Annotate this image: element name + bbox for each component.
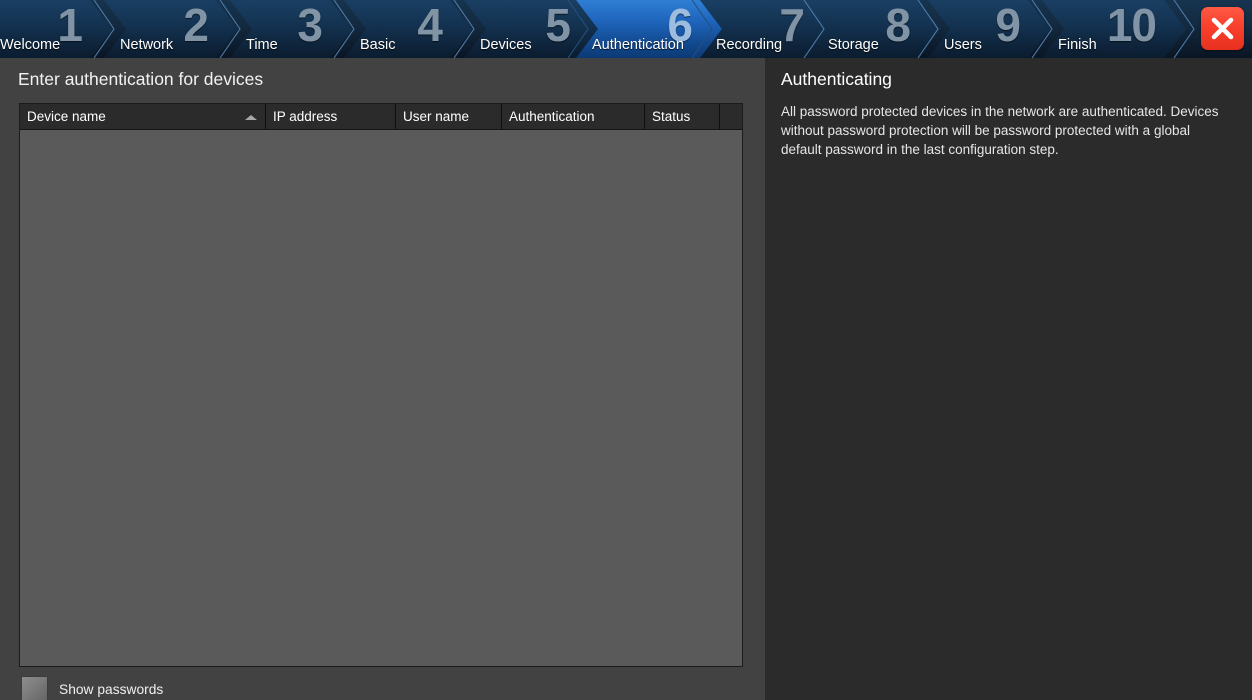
step-label: Storage <box>828 37 879 53</box>
step-label: Welcome <box>0 37 61 53</box>
column-header-device-name[interactable]: Device name <box>20 104 266 129</box>
column-header-label: Device name <box>27 109 106 124</box>
close-window-button[interactable] <box>1201 7 1244 50</box>
show-passwords-checkbox-row[interactable]: Show passwords <box>21 676 163 700</box>
sort-ascending-icon <box>245 114 257 120</box>
column-header-label: Authentication <box>509 109 595 124</box>
wizard-window: 1 Welcome 2 Network 3 Time 4 Basic 5 Dev… <box>0 0 1252 700</box>
step-number: 4 <box>417 0 443 51</box>
wizard-step-welcome[interactable]: 1 Welcome <box>0 0 112 58</box>
wizard-step-bar: 1 Welcome 2 Network 3 Time 4 Basic 5 Dev… <box>0 0 1252 58</box>
table-header-row: Device name IP address User name Authent… <box>20 104 742 130</box>
step-number: 7 <box>779 0 805 51</box>
column-header-label: Status <box>652 109 691 124</box>
step-label: Devices <box>480 37 532 53</box>
help-title: Authenticating <box>781 69 892 89</box>
step-label: Recording <box>716 37 783 53</box>
wizard-step-finish[interactable]: 10 Finish <box>1042 0 1186 58</box>
table-body-empty <box>20 130 742 666</box>
column-header-ip-address[interactable]: IP address <box>266 104 396 129</box>
column-header-label: User name <box>403 109 470 124</box>
show-passwords-checkbox[interactable] <box>21 676 48 700</box>
help-paragraph: All password protected devices in the ne… <box>781 104 1219 157</box>
wizard-step-users[interactable]: 9 Users <box>928 0 1050 58</box>
step-number: 10 <box>1106 0 1157 51</box>
column-header-label: IP address <box>273 109 338 124</box>
close-x-icon <box>1211 17 1234 40</box>
step-number: 5 <box>545 0 571 51</box>
step-label: Basic <box>360 37 396 53</box>
step-label: Network <box>120 37 174 53</box>
main-content-pane: Enter authentication for devices Device … <box>0 58 765 700</box>
step-label: Authentication <box>592 37 684 53</box>
column-header-status[interactable]: Status <box>645 104 720 129</box>
step-number: 2 <box>183 0 209 51</box>
step-number: 3 <box>297 0 323 51</box>
step-number: 8 <box>885 0 911 51</box>
step-number: 9 <box>995 0 1021 51</box>
help-text: All password protected devices in the ne… <box>781 102 1233 159</box>
device-authentication-table[interactable]: Device name IP address User name Authent… <box>19 103 743 667</box>
column-header-authentication[interactable]: Authentication <box>502 104 645 129</box>
step-label: Finish <box>1058 37 1097 53</box>
column-header-user-name[interactable]: User name <box>396 104 502 129</box>
wizard-step-basic[interactable]: 4 Basic <box>344 0 472 58</box>
step-number: 1 <box>57 0 83 51</box>
step-label: Time <box>246 37 278 53</box>
wizard-step-storage[interactable]: 8 Storage <box>812 0 940 58</box>
wizard-step-network[interactable]: 2 Network <box>104 0 238 58</box>
column-header-spacer[interactable] <box>720 104 742 129</box>
help-pane: Authenticating All password protected de… <box>765 58 1252 700</box>
show-passwords-label: Show passwords <box>59 682 164 697</box>
wizard-step-time[interactable]: 3 Time <box>230 0 352 58</box>
page-title: Enter authentication for devices <box>18 69 264 89</box>
step-label: Users <box>944 37 982 53</box>
